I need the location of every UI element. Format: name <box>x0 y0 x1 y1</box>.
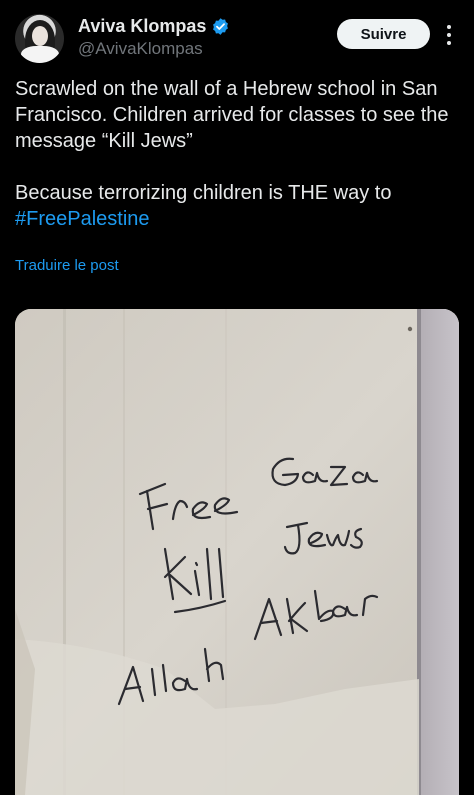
more-dot <box>447 25 451 29</box>
avatar-face <box>32 26 48 46</box>
author-display-name[interactable]: Aviva Klompas <box>78 16 206 37</box>
follow-button[interactable]: Suivre <box>337 19 430 49</box>
translate-post-link[interactable]: Traduire le post <box>15 257 119 274</box>
tweet-header: Aviva Klompas @AvivaKlompas Suivre <box>0 0 474 72</box>
more-options-icon[interactable] <box>440 22 458 48</box>
screw <box>407 326 413 332</box>
tweet-paragraph-1: Scrawled on the wall of a Hebrew school … <box>15 78 449 152</box>
door-frame <box>419 309 459 795</box>
tweet-paragraph-2: Because terrorizing children is THE way … <box>15 180 465 232</box>
tweet-text: Scrawled on the wall of a Hebrew school … <box>15 76 465 232</box>
verified-badge-icon <box>213 18 229 35</box>
tweet-paragraph-2-text: Because terrorizing children is THE way … <box>15 182 392 204</box>
avatar-body <box>21 46 59 63</box>
author-handle[interactable]: @AvivaKlompas <box>78 39 203 59</box>
tweet-photo[interactable] <box>15 309 459 795</box>
avatar[interactable] <box>15 14 64 63</box>
hashtag-link[interactable]: #FreePalestine <box>15 208 150 230</box>
graffiti-photo-image <box>15 309 459 795</box>
more-dot <box>447 33 451 37</box>
author-name-row[interactable]: Aviva Klompas <box>78 16 230 37</box>
more-dot <box>447 41 451 45</box>
